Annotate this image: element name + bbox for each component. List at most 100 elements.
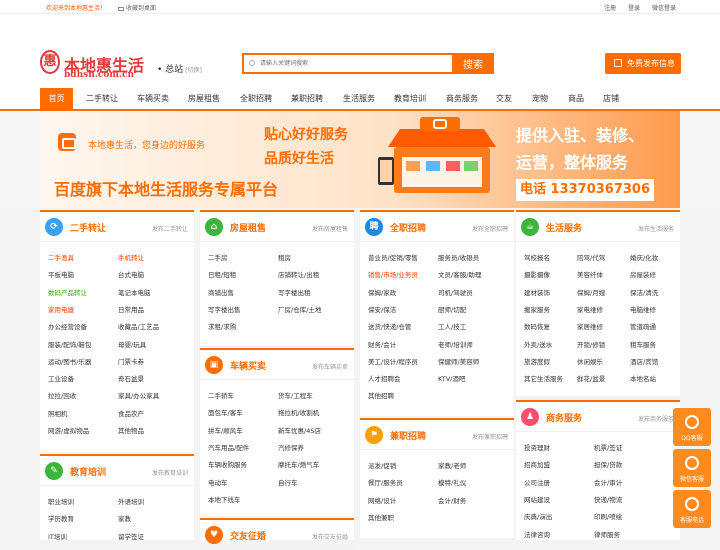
list-item[interactable]: 普业员/促销/零售 <box>368 252 418 262</box>
list-item[interactable]: 商铺出售 <box>208 287 234 297</box>
list-item[interactable]: 食品农产 <box>118 408 144 418</box>
list-item[interactable]: 网络/设计 <box>368 495 396 505</box>
list-item[interactable]: 家电维修 <box>577 304 603 314</box>
card-title-shenghuo[interactable]: 生活服务 <box>546 221 582 234</box>
list-item[interactable]: 建材装饰 <box>524 287 550 297</box>
list-item[interactable]: 文员/客服/助理 <box>438 269 481 279</box>
list-item[interactable]: 旅游度假 <box>524 356 550 366</box>
list-item[interactable]: 服装/配饰/鞋包 <box>48 339 91 349</box>
nav-housing[interactable]: 房屋租售 <box>182 88 226 109</box>
phone-service-button[interactable]: 客服电话 <box>673 490 711 528</box>
login-link[interactable]: 登录 <box>628 5 640 12</box>
card-title-fangwu[interactable]: 房屋租售 <box>230 221 266 234</box>
list-item[interactable]: 酒店/宾馆 <box>630 356 658 366</box>
list-item[interactable]: 台式电脑 <box>118 269 144 279</box>
nav-dating[interactable]: 交友 <box>491 88 517 109</box>
card-title-jianzhi[interactable]: 兼职招聘 <box>390 429 426 442</box>
list-item[interactable]: 拖拉机/收割机 <box>278 407 319 417</box>
list-item[interactable]: 驾校报名 <box>524 252 550 262</box>
city-selector[interactable]: • 总站 [切换] <box>157 62 202 75</box>
list-item[interactable]: 租车服务 <box>630 339 656 349</box>
list-item[interactable]: 管道疏通 <box>630 321 656 331</box>
list-item[interactable]: 庆典/演出 <box>524 511 552 521</box>
list-item[interactable]: 母婴/玩具 <box>118 339 146 349</box>
nav-goods[interactable]: 商品 <box>563 88 589 109</box>
list-item[interactable]: 保姆/家政 <box>368 287 396 297</box>
list-item[interactable]: 美容纤体 <box>577 269 603 279</box>
list-item[interactable]: 店铺转让/出租 <box>278 269 319 279</box>
list-item[interactable]: 搬家服务 <box>524 304 550 314</box>
list-item[interactable]: 餐厅/服务员 <box>368 477 403 487</box>
list-item[interactable]: 照相机 <box>48 408 68 418</box>
list-item[interactable]: 自行车 <box>278 477 298 487</box>
list-item[interactable]: 招商加盟 <box>524 459 550 469</box>
list-item[interactable]: 家教 <box>118 513 131 523</box>
list-item[interactable]: 本地下线车 <box>208 494 241 504</box>
list-item[interactable]: 家具/办公家具 <box>118 390 159 400</box>
site-logo[interactable]: 惠 本地惠生活 bdhsh.com.cn <box>40 40 148 84</box>
list-item[interactable]: 收藏品/工艺品 <box>118 321 159 331</box>
nav-vehicles[interactable]: 车辆买卖 <box>131 88 175 109</box>
list-item[interactable]: 鲜花/盆景 <box>577 373 605 383</box>
list-item[interactable]: 网游/虚拟物品 <box>48 425 89 435</box>
nav-fulltime-jobs[interactable]: 全职招聘 <box>234 88 278 109</box>
list-item[interactable]: 笔记本电脑 <box>118 287 151 297</box>
list-item[interactable]: 摄影摄像 <box>524 269 550 279</box>
list-item[interactable]: 数码恢复 <box>524 321 550 331</box>
list-item[interactable]: 其他物品 <box>118 425 144 435</box>
list-item[interactable]: 会计/财务 <box>438 495 466 505</box>
list-item[interactable]: 新车优惠/4S店 <box>278 425 321 435</box>
list-item[interactable]: 电动车 <box>208 477 228 487</box>
list-item[interactable]: 陪驾/代驾 <box>577 252 605 262</box>
list-item[interactable]: 运动/图书/乐器 <box>48 356 91 366</box>
promo-banner[interactable]: 本地惠生活，您身边的好服务 贴心好好服务 品质好生活 百度旗下本地生活服务专属平… <box>0 111 720 208</box>
card-title-quanzhi[interactable]: 全职招聘 <box>390 221 426 234</box>
list-item[interactable]: 财务/会计 <box>368 339 396 349</box>
list-item[interactable]: 快递/物流 <box>594 494 622 504</box>
card-post-link-cheliang[interactable]: 发布车辆买卖 <box>312 362 348 371</box>
list-item[interactable]: 厨师/切配 <box>438 304 466 314</box>
list-item[interactable]: 律师服务 <box>594 529 620 539</box>
card-title-cheliang[interactable]: 车辆买卖 <box>230 359 266 372</box>
list-item[interactable]: 法律咨询 <box>524 529 550 539</box>
list-item[interactable]: 数码产品转让 <box>48 287 87 297</box>
list-item[interactable]: 其它生活服务 <box>524 373 563 383</box>
list-item[interactable]: 人才招聘会 <box>368 373 401 383</box>
nav-education[interactable]: 教育培训 <box>388 88 432 109</box>
list-item[interactable]: 奇石盆景 <box>118 373 144 383</box>
list-item[interactable]: 拼车/顺风车 <box>208 425 243 435</box>
nav-shops[interactable]: 店铺 <box>598 88 624 109</box>
list-item[interactable]: 公司注册 <box>524 477 550 487</box>
free-post-button[interactable]: 免费发布信息 <box>605 53 681 74</box>
list-item[interactable]: 婚庆/化妆 <box>630 252 658 262</box>
card-title-jiaoyou[interactable]: 交友征婚 <box>230 529 266 542</box>
list-item[interactable]: 外卖/送水 <box>524 339 552 349</box>
card-post-link-fangwu[interactable]: 发布房屋租售 <box>312 224 348 233</box>
card-post-link-jiaoyu[interactable]: 发布教育培训 <box>152 468 188 477</box>
list-item[interactable]: 网站建设 <box>524 494 550 504</box>
register-link[interactable]: 注册 <box>604 5 616 12</box>
list-item[interactable]: KTV/酒吧 <box>438 373 465 383</box>
list-item[interactable]: 写字楼出租 <box>278 287 311 297</box>
list-item[interactable]: 投资理财 <box>524 442 550 452</box>
list-item[interactable]: 日租/短租 <box>208 269 236 279</box>
list-item[interactable]: 二手渔具 <box>48 252 74 262</box>
list-item[interactable]: 职业培训 <box>48 496 74 506</box>
nav-life-services[interactable]: 生活服务 <box>337 88 381 109</box>
list-item[interactable]: 二手房 <box>208 252 228 262</box>
list-item[interactable]: 学历教育 <box>48 513 74 523</box>
list-item[interactable]: 日常用品 <box>118 304 144 314</box>
list-item[interactable]: 其他招聘 <box>368 390 394 400</box>
list-item[interactable]: 租房 <box>278 252 291 262</box>
list-item[interactable]: 拉拉/回收 <box>48 390 76 400</box>
list-item[interactable]: IT培训 <box>48 531 67 541</box>
list-item[interactable]: 印刷/喷绘 <box>594 511 622 521</box>
search-input[interactable] <box>244 55 454 72</box>
card-post-link-shenghuo[interactable]: 发布生活服务 <box>638 224 674 233</box>
list-item[interactable]: 保姆/月嫂 <box>577 287 605 297</box>
list-item[interactable]: 其他兼职 <box>368 512 394 522</box>
card-title-jiaoyu[interactable]: 教育培训 <box>70 465 106 478</box>
list-item[interactable]: 本地名站 <box>630 373 656 383</box>
list-item[interactable]: 派发/促销 <box>368 460 396 470</box>
card-post-link-quanzhi[interactable]: 发布全职招聘 <box>472 224 508 233</box>
